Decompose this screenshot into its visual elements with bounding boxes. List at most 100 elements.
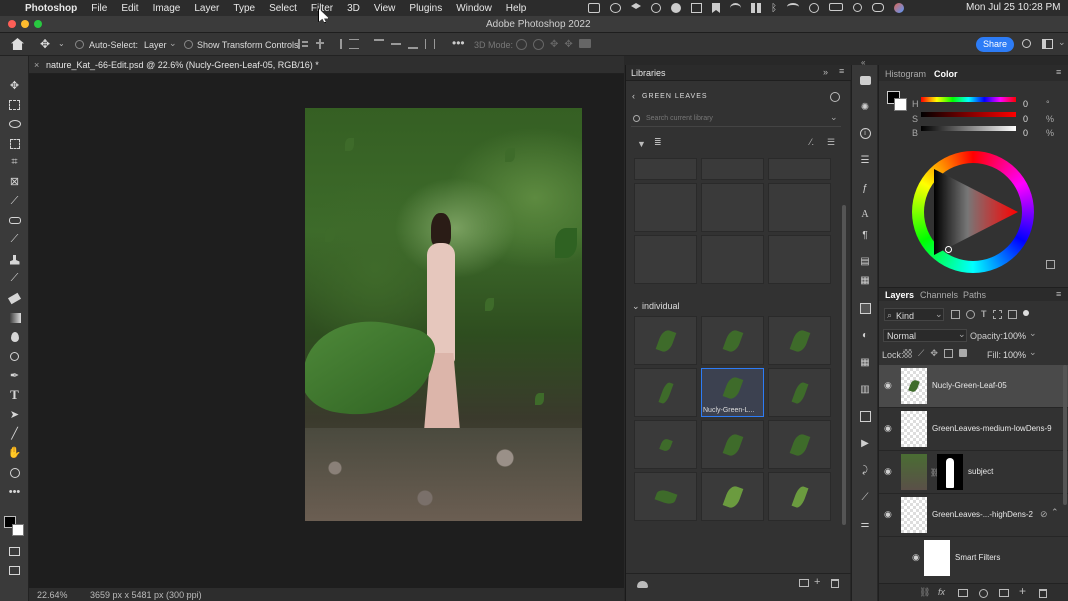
layer-name[interactable]: GreenLeaves-medium-lowDens-9 xyxy=(932,424,1052,433)
layer-mask-thumbnail[interactable] xyxy=(937,454,963,490)
menu-app[interactable]: Photoshop xyxy=(18,3,84,14)
minimize-window-button[interactable] xyxy=(21,20,29,28)
menu-3d[interactable]: 3D xyxy=(340,3,367,14)
new-layer-icon[interactable]: + xyxy=(1019,584,1026,598)
panel-menu-icon[interactable]: ≡ xyxy=(1056,67,1061,77)
fill-value[interactable]: 100% xyxy=(1003,350,1026,360)
marquee-tool-icon[interactable] xyxy=(7,97,22,112)
link-layers-icon[interactable]: ⛓ xyxy=(919,587,930,598)
auto-select-dropdown[interactable]: Layer ⌄ xyxy=(140,38,177,51)
glyphs-icon[interactable]: ƒ xyxy=(858,181,872,195)
brush-settings-icon[interactable]: ⚌ xyxy=(858,517,872,531)
library-thumb[interactable] xyxy=(634,158,697,180)
info-icon[interactable]: i xyxy=(858,126,872,140)
lasso-tool-icon[interactable] xyxy=(7,116,22,131)
add-mask-icon[interactable] xyxy=(958,589,968,597)
gradient-tool-icon[interactable] xyxy=(7,310,22,325)
close-document-icon[interactable]: × xyxy=(34,60,39,70)
layer-row[interactable]: ◉ GreenLeaves-medium-lowDens-9 xyxy=(879,408,1068,451)
auto-select-checkbox[interactable] xyxy=(75,40,84,49)
3d-orbit-icon[interactable] xyxy=(516,39,527,50)
library-thumb[interactable] xyxy=(634,183,697,232)
search-icon[interactable] xyxy=(853,3,862,12)
3d-roll-icon[interactable] xyxy=(533,39,544,50)
globe-icon[interactable] xyxy=(651,3,661,13)
layer-row-selected[interactable]: ◉ Nucly-Green-Leaf-05 xyxy=(879,365,1068,408)
opacity-value[interactable]: 100% xyxy=(1003,331,1026,341)
library-leaf-item[interactable] xyxy=(701,420,764,469)
align-left-icon[interactable] xyxy=(298,39,308,49)
library-leaf-item[interactable] xyxy=(701,472,764,521)
trash-icon[interactable] xyxy=(831,579,839,588)
smart-filters-row[interactable]: ◉ Smart Filters xyxy=(879,537,1068,580)
saturation-value[interactable]: 0 xyxy=(1023,114,1028,124)
menu-select[interactable]: Select xyxy=(262,3,304,14)
search-icon[interactable] xyxy=(1022,39,1031,48)
path-select-tool-icon[interactable]: ➤ xyxy=(7,407,22,422)
library-leaf-item[interactable] xyxy=(768,316,831,365)
lock-artboard-icon[interactable] xyxy=(943,349,953,358)
close-window-button[interactable] xyxy=(8,20,16,28)
visibility-eye-icon[interactable]: ◉ xyxy=(884,423,895,434)
move-tool-icon[interactable]: ✥ xyxy=(40,37,50,51)
layer-style-icon[interactable]: fx xyxy=(938,587,945,597)
tab-paths[interactable]: Paths xyxy=(963,290,986,300)
canvas-area[interactable] xyxy=(29,74,624,597)
new-group-icon[interactable] xyxy=(999,589,1009,597)
distribute-vertical-icon[interactable] xyxy=(425,39,435,49)
workspace-chevron-icon[interactable]: ⌄ xyxy=(1058,37,1066,48)
type-tool-icon[interactable]: T xyxy=(7,387,22,402)
libraries-panel-icon[interactable] xyxy=(858,301,872,315)
menu-plugins[interactable]: Plugins xyxy=(402,3,449,14)
menu-image[interactable]: Image xyxy=(146,3,188,14)
adjustments-brightness-icon[interactable]: ✺ xyxy=(858,100,872,114)
layer-name[interactable]: GreenLeaves-...-highDens-2 xyxy=(932,510,1033,519)
add-element-icon[interactable]: ⁄. xyxy=(810,137,814,147)
brightness-slider[interactable] xyxy=(921,126,1016,131)
collapse-panel-icon[interactable]: » xyxy=(823,67,828,77)
add-icon[interactable]: + xyxy=(814,576,820,588)
menu-window[interactable]: Window xyxy=(449,3,499,14)
panel-menu-icon[interactable]: ≡ xyxy=(1056,289,1061,299)
library-thumb[interactable] xyxy=(768,235,831,284)
creative-cloud-icon[interactable] xyxy=(610,3,621,13)
swatches-icon[interactable]: ▦ xyxy=(858,355,872,369)
layer-name[interactable]: Smart Filters xyxy=(955,553,1000,562)
lock-all-icon[interactable] xyxy=(958,349,967,357)
expand-panels-icon[interactable]: « xyxy=(861,58,865,67)
blur-tool-icon[interactable] xyxy=(7,329,22,344)
home-icon[interactable] xyxy=(11,38,24,50)
library-leaf-item[interactable] xyxy=(768,420,831,469)
bluetooth-icon[interactable]: ᛒ xyxy=(771,3,777,14)
wifi-icon[interactable] xyxy=(787,3,799,11)
layer-row[interactable]: ◉ ⛓ subject xyxy=(879,451,1068,494)
maximize-window-button[interactable] xyxy=(34,20,42,28)
library-leaf-item[interactable] xyxy=(701,316,764,365)
history-brush-tool-icon[interactable]: ⟋ xyxy=(7,271,22,286)
align-middle-icon[interactable] xyxy=(391,39,401,49)
blend-mode-dropdown[interactable]: Normal ⌄ xyxy=(883,329,967,342)
artboard-icon[interactable]: ▤ xyxy=(858,254,872,268)
eyedropper-tool-icon[interactable]: ⟋ xyxy=(7,194,22,209)
collapse-section-icon[interactable]: ⌄ xyxy=(632,301,640,312)
object-select-tool-icon[interactable] xyxy=(7,136,22,151)
filter-icon[interactable]: ▼ xyxy=(637,139,646,149)
library-thumb[interactable] xyxy=(768,158,831,180)
library-thumb[interactable] xyxy=(701,183,764,232)
healing-brush-tool-icon[interactable] xyxy=(7,213,22,228)
screen-icon[interactable] xyxy=(691,3,702,13)
add-swatch-icon[interactable] xyxy=(1046,260,1055,269)
document-tab[interactable]: × nature_Kat_-66-Edit.psd @ 22.6% (Nucly… xyxy=(29,56,624,74)
library-leaf-item[interactable] xyxy=(634,316,697,365)
clone-stamp-tool-icon[interactable] xyxy=(7,252,22,267)
transform-controls-checkbox[interactable] xyxy=(184,40,193,49)
arc-icon[interactable] xyxy=(730,3,741,13)
menu-layer[interactable]: Layer xyxy=(187,3,226,14)
lock-position-icon[interactable]: ✥ xyxy=(930,349,938,358)
move-tool-icon[interactable]: ✥ xyxy=(7,78,22,93)
visibility-eye-icon[interactable]: ◉ xyxy=(884,509,895,520)
sort-icon[interactable]: ≣ xyxy=(654,137,662,148)
lock-image-icon[interactable]: ⟋ xyxy=(918,349,924,358)
line-tool-icon[interactable]: ╱ xyxy=(7,426,22,441)
opacity-chevron-icon[interactable]: ⌄ xyxy=(1029,328,1037,339)
